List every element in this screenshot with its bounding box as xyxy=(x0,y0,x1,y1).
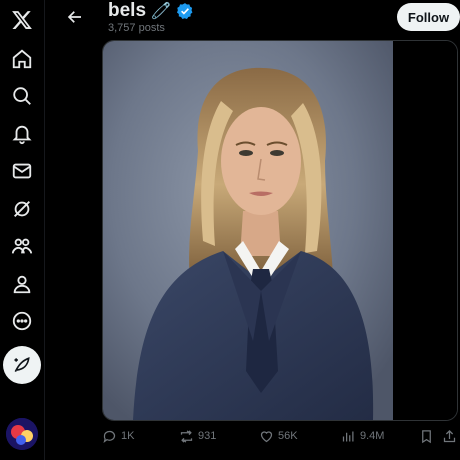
profile-name: bels xyxy=(108,0,147,21)
communities-icon[interactable] xyxy=(7,231,37,261)
share-button[interactable] xyxy=(442,424,457,448)
left-sidebar xyxy=(0,0,45,460)
like-button[interactable]: 56K xyxy=(259,424,298,448)
compose-post-button[interactable] xyxy=(3,346,41,384)
home-icon[interactable] xyxy=(7,44,37,74)
grok-icon[interactable] xyxy=(7,194,37,224)
views-chart-icon xyxy=(342,431,354,441)
heart-icon xyxy=(260,430,273,442)
mail-icon[interactable] xyxy=(7,156,37,186)
views-count: 9.4M xyxy=(360,430,385,442)
views-button[interactable]: 9.4M xyxy=(341,424,384,448)
follow-button[interactable]: Follow xyxy=(397,3,460,31)
repost-icon xyxy=(180,429,193,443)
x-logo-icon[interactable] xyxy=(7,5,37,35)
safety-pin-emoji: 🧷 xyxy=(151,3,171,20)
posts-count: 3,757 posts xyxy=(108,22,165,34)
repost-count: 931 xyxy=(198,430,217,442)
reply-icon xyxy=(103,430,116,443)
repost-button[interactable]: 931 xyxy=(179,424,216,448)
post-actions-bar: 1K 931 56K 9.4M xyxy=(100,424,460,448)
reply-button[interactable]: 1K xyxy=(102,424,134,448)
back-button[interactable] xyxy=(62,5,88,29)
bookmark-icon xyxy=(422,429,431,443)
bookmark-button[interactable] xyxy=(419,424,434,448)
profile-name-row: bels 🧷 xyxy=(108,0,194,22)
reply-count: 1K xyxy=(121,430,135,442)
post-media-image[interactable] xyxy=(102,40,458,421)
bell-icon[interactable] xyxy=(7,119,37,149)
like-count: 56K xyxy=(278,430,298,442)
verified-badge-icon xyxy=(177,3,193,20)
share-icon xyxy=(443,429,456,442)
feather-compose-icon xyxy=(14,357,30,373)
profile-header: bels 🧷 3,757 posts Follow xyxy=(54,0,460,40)
arrow-left-icon xyxy=(67,11,81,23)
search-icon[interactable] xyxy=(7,81,37,111)
profile-icon[interactable] xyxy=(7,269,37,299)
more-icon[interactable] xyxy=(7,306,37,336)
account-avatar[interactable] xyxy=(6,418,38,450)
